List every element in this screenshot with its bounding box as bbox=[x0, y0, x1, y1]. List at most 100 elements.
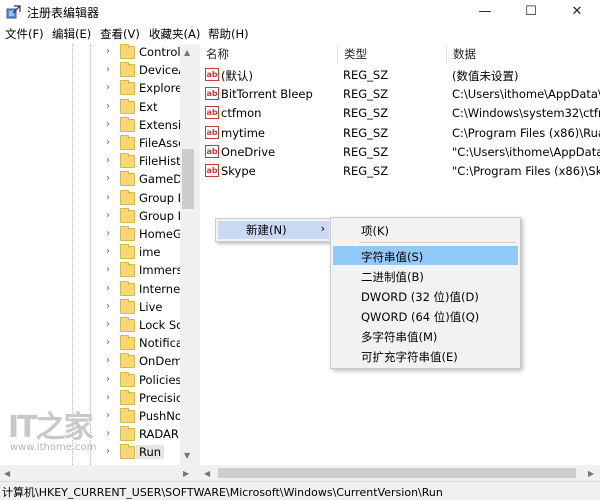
maximize-button[interactable]: ☐ bbox=[508, 0, 554, 24]
tree-item-label: Policies bbox=[139, 372, 182, 387]
folder-icon bbox=[120, 444, 135, 460]
tree-item[interactable]: › Group I bbox=[0, 207, 181, 226]
folder-icon bbox=[120, 426, 135, 442]
column-header-data[interactable]: 数据 bbox=[447, 44, 600, 64]
close-button[interactable]: ✕ bbox=[554, 0, 600, 24]
submenu-item[interactable]: QWORD (64 位)值(Q) bbox=[333, 306, 518, 325]
value-row[interactable]: ab BitTorrent Bleep REG_SZ C:\Users\ithome\… bbox=[200, 85, 600, 104]
expand-chevron-icon[interactable]: › bbox=[106, 264, 110, 275]
menu-help[interactable]: 帮助(H) bbox=[208, 26, 249, 42]
value-row[interactable]: ab (默认) REG_SZ (数值未设置) bbox=[200, 66, 600, 85]
submenu-item[interactable]: 多字符串值(M) bbox=[333, 326, 518, 345]
expand-chevron-icon[interactable]: › bbox=[106, 101, 110, 112]
tree-vertical-scrollbar[interactable]: ▲ ▼ bbox=[180, 44, 196, 465]
folder-icon bbox=[120, 371, 135, 387]
ithome-watermark: IT之家 www.ithome.com bbox=[8, 402, 108, 462]
value-type: REG_SZ bbox=[343, 87, 389, 102]
folder-icon bbox=[120, 335, 135, 351]
submenu-item[interactable]: 项(K) bbox=[333, 220, 518, 239]
expand-chevron-icon[interactable]: › bbox=[106, 64, 110, 75]
tree-item[interactable]: › Lock Sc bbox=[0, 317, 183, 335]
submenu-item[interactable]: 二进制值(B) bbox=[333, 266, 518, 285]
folder-icon bbox=[120, 98, 135, 114]
tree-item[interactable]: › Ext bbox=[0, 98, 180, 117]
value-type: REG_SZ bbox=[343, 164, 389, 178]
tree-item[interactable]: › Group I bbox=[0, 189, 181, 208]
scroll-left-icon[interactable]: ◀ bbox=[4, 469, 10, 478]
value-data: (数值未设置) bbox=[452, 69, 519, 83]
title-bar: 注册表编辑器 — ☐ ✕ bbox=[0, 0, 600, 24]
expand-chevron-icon[interactable]: › bbox=[106, 228, 110, 239]
folder-icon bbox=[120, 262, 135, 278]
scroll-right-icon[interactable]: ▶ bbox=[183, 469, 189, 478]
scroll-thumb[interactable] bbox=[218, 468, 576, 478]
tree-item[interactable]: › Immers bbox=[0, 262, 183, 280]
value-type: REG_SZ bbox=[343, 125, 389, 140]
submenu-item[interactable]: DWORD (32 位)值(D) bbox=[333, 286, 518, 305]
tree-item[interactable]: › Internet bbox=[0, 280, 185, 299]
folder-icon bbox=[120, 389, 135, 405]
folder-icon bbox=[120, 80, 135, 96]
expand-chevron-icon[interactable]: › bbox=[106, 374, 110, 385]
list-horizontal-scrollbar[interactable]: ◀ ▶ bbox=[200, 465, 600, 481]
menu-view[interactable]: 查看(V) bbox=[100, 26, 140, 42]
tree-horizontal-scrollbar[interactable]: ◀ ▶ bbox=[0, 465, 196, 481]
expand-chevron-icon[interactable]: › bbox=[106, 355, 110, 366]
expand-chevron-icon[interactable]: › bbox=[106, 301, 110, 312]
value-row[interactable]: ab mytime REG_SZ C:\Program Files (x86)\Rua… bbox=[200, 124, 600, 143]
context-menu-new-label: 新建(N) bbox=[246, 223, 287, 237]
folder-icon bbox=[120, 135, 135, 150]
expand-chevron-icon[interactable]: › bbox=[106, 155, 110, 166]
expand-chevron-icon[interactable]: › bbox=[106, 283, 110, 294]
tree-item[interactable]: › Live bbox=[0, 298, 180, 317]
submenu-item[interactable]: 可扩充字符串值(E) bbox=[333, 346, 518, 365]
folder-icon bbox=[120, 189, 135, 205]
scroll-up-icon[interactable]: ▲ bbox=[184, 48, 190, 57]
expand-chevron-icon[interactable]: › bbox=[106, 192, 110, 203]
expand-chevron-icon[interactable]: › bbox=[106, 246, 110, 257]
tree-item[interactable]: › ime bbox=[0, 244, 180, 262]
tree-item[interactable]: › DeviceA bbox=[0, 62, 186, 80]
expand-chevron-icon[interactable]: › bbox=[106, 319, 110, 330]
tree-item[interactable]: › Policies bbox=[0, 371, 182, 390]
tree-item[interactable]: › Control bbox=[0, 44, 181, 62]
scroll-left-icon[interactable]: ◀ bbox=[204, 469, 210, 478]
expand-chevron-icon[interactable]: › bbox=[106, 337, 110, 348]
expand-chevron-icon[interactable]: › bbox=[106, 119, 110, 130]
tree-item[interactable]: › Notifica bbox=[0, 335, 183, 353]
submenu-item-label: DWORD (32 位)值(D) bbox=[361, 290, 479, 304]
tree-item[interactable]: › Extensio bbox=[0, 116, 188, 135]
expand-chevron-icon[interactable]: › bbox=[106, 46, 110, 57]
column-header-type[interactable]: 类型 bbox=[338, 44, 447, 64]
string-value-icon: ab bbox=[205, 125, 219, 139]
minimize-button[interactable]: — bbox=[462, 0, 508, 24]
menu-favorites[interactable]: 收藏夹(A) bbox=[149, 26, 200, 42]
value-row[interactable]: ab OneDrive REG_SZ "C:\Users\ithome\AppData… bbox=[200, 143, 600, 162]
submenu-item-label: 多字符串值(M) bbox=[361, 330, 438, 344]
expand-chevron-icon[interactable]: › bbox=[106, 173, 110, 184]
tree-item[interactable]: › FileAssc bbox=[0, 135, 184, 153]
folder-icon bbox=[120, 317, 135, 332]
menu-edit[interactable]: 编辑(E) bbox=[52, 26, 91, 42]
scroll-right-icon[interactable]: ▶ bbox=[588, 469, 594, 478]
tree-item-label: Precisio bbox=[139, 390, 184, 405]
scroll-thumb[interactable] bbox=[182, 149, 194, 209]
tree-item[interactable]: › Explore bbox=[0, 80, 182, 98]
tree-item[interactable]: › FileHisto bbox=[0, 153, 188, 171]
expand-chevron-icon[interactable]: › bbox=[106, 137, 110, 148]
value-row[interactable]: ab ctfmon REG_SZ C:\Windows\system32\ctfmo bbox=[200, 104, 600, 123]
submenu-item[interactable]: 字符串值(S) bbox=[333, 246, 518, 265]
expand-chevron-icon[interactable]: › bbox=[106, 82, 110, 93]
menu-file[interactable]: 文件(F) bbox=[5, 26, 44, 42]
folder-icon bbox=[120, 207, 135, 223]
column-header-name[interactable]: 名称 bbox=[200, 44, 338, 64]
string-value-icon: ab bbox=[205, 164, 219, 177]
tree-item[interactable]: › OnDem bbox=[0, 353, 182, 371]
scroll-down-icon[interactable]: ▼ bbox=[184, 451, 190, 460]
expand-chevron-icon[interactable]: › bbox=[106, 210, 110, 221]
folder-icon bbox=[120, 226, 135, 241]
new-submenu: 项(K) 字符串值(S) 二进制值(B) DWORD (32 位)值(D) QWORD … bbox=[330, 217, 521, 369]
tree-item[interactable]: › HomeG bbox=[0, 226, 182, 244]
value-row[interactable]: ab Skype REG_SZ "C:\Program Files (x86)\Sky bbox=[200, 162, 600, 181]
tree-item[interactable]: › GameD bbox=[0, 171, 182, 189]
